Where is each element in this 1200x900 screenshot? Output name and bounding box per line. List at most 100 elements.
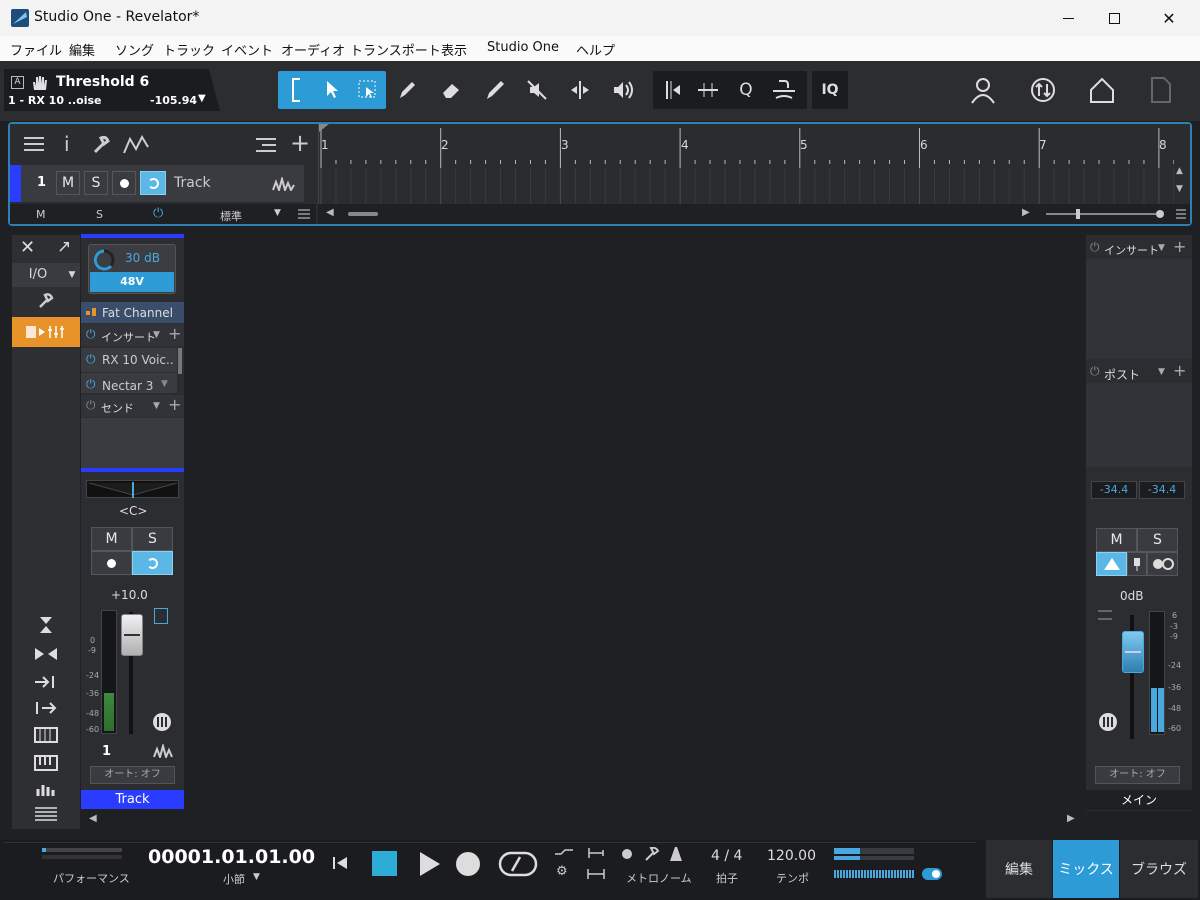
draw-tool-button[interactable] <box>476 71 514 109</box>
mixer-scroll-right-icon[interactable]: ▶ <box>1067 813 1075 824</box>
range-tool-button[interactable] <box>278 71 314 109</box>
account-button[interactable] <box>964 71 1002 109</box>
scroll-up-icon[interactable]: ▲ <box>1176 166 1183 176</box>
rack-icon[interactable] <box>34 727 58 743</box>
quantize-button[interactable]: Q <box>727 71 765 109</box>
main-solo-button[interactable]: S <box>1137 528 1178 552</box>
main-post-area[interactable] <box>1086 383 1192 467</box>
menu-audio[interactable]: オーディオ <box>281 40 345 59</box>
close-mixer-icon[interactable]: ✕ <box>20 237 35 258</box>
main-meter-mode-icon[interactable] <box>1098 610 1112 620</box>
wrench-icon[interactable] <box>38 293 54 309</box>
minimize-button[interactable] <box>1045 0 1091 36</box>
io-dropdown-icon[interactable]: ▼ <box>64 263 80 287</box>
wrench-icon[interactable] <box>92 135 112 155</box>
menu-view[interactable]: 表示 <box>441 40 467 59</box>
list-view-icon[interactable] <box>34 807 58 821</box>
position-unit-dropdown-icon[interactable]: ▼ <box>253 872 260 882</box>
main-mono-button[interactable] <box>1096 552 1127 576</box>
split-tool-button[interactable] <box>561 71 599 109</box>
insert-1-power-icon[interactable]: ⏻ <box>86 352 96 367</box>
erase-tool-button[interactable] <box>432 71 470 109</box>
automation-icon[interactable] <box>122 135 152 155</box>
track-list-icon[interactable] <box>24 137 44 151</box>
nav-edit-button[interactable]: 編集 <box>986 840 1052 898</box>
auto-scroll-button[interactable] <box>765 71 803 109</box>
horizontal-scroll[interactable]: ◀ ▶ <box>318 204 1190 224</box>
gain-knob[interactable] <box>93 249 115 271</box>
metronome-label[interactable]: メトロノーム <box>626 870 692 886</box>
peak-left[interactable]: -34.4 <box>1091 481 1137 499</box>
automation-mode-select[interactable]: オート: オフ <box>90 766 175 784</box>
channel-record-button[interactable] <box>91 551 132 575</box>
menu-icon[interactable] <box>298 208 310 220</box>
performance-label[interactable]: パフォーマンス <box>53 870 130 886</box>
menu-event[interactable]: イベント <box>221 40 273 59</box>
metronome-wrench-icon[interactable] <box>644 847 660 861</box>
scroll-left-icon[interactable]: ◀ <box>326 207 334 218</box>
power-icon[interactable]: ⏻ <box>153 206 163 221</box>
scroll-right-icon[interactable]: ▶ <box>1022 207 1030 218</box>
rewind-to-start-icon[interactable] <box>331 854 349 872</box>
menu-studio-one[interactable]: Studio One <box>487 40 559 55</box>
meter-mode-button[interactable] <box>154 608 168 624</box>
precount-icon[interactable] <box>554 848 574 860</box>
main-post-add-icon[interactable]: + <box>1173 361 1186 380</box>
menu-track[interactable]: トラック <box>163 40 215 59</box>
paint-tool-button[interactable] <box>388 71 426 109</box>
output-toggle[interactable] <box>922 868 942 880</box>
sync-button[interactable] <box>1024 71 1062 109</box>
mute-tool-button[interactable] <box>518 71 556 109</box>
main-post-power-icon[interactable]: ⏻ <box>1090 364 1100 379</box>
footer-solo-label[interactable]: S <box>96 208 103 221</box>
main-link-button[interactable] <box>1147 552 1178 576</box>
io-button[interactable]: I/O <box>12 263 64 287</box>
time-signature[interactable]: 4 / 4 <box>711 848 742 864</box>
maximize-button[interactable] <box>1091 0 1137 36</box>
keyboard-icon[interactable] <box>34 755 58 771</box>
document-button[interactable] <box>1142 71 1180 109</box>
pan-slider[interactable] <box>86 480 179 498</box>
tempo-value[interactable]: 120.00 <box>767 848 816 864</box>
menu-edit[interactable]: 編集 <box>69 40 95 59</box>
track-monitor-button[interactable] <box>140 171 166 195</box>
insert-2-power-icon[interactable]: ⏻ <box>86 377 96 392</box>
fat-channel-button[interactable]: Fat Channel <box>81 302 184 323</box>
group-assign-icon[interactable] <box>152 712 172 732</box>
stop-button[interactable] <box>372 851 397 876</box>
main-mute-button[interactable]: M <box>1096 528 1137 552</box>
expand-icon[interactable]: ↗ <box>57 237 71 257</box>
home-button[interactable] <box>1083 71 1121 109</box>
insert-dropdown-icon[interactable]: ▼ <box>153 330 160 340</box>
menu-song[interactable]: ソング <box>115 40 154 59</box>
grid-snap-button[interactable] <box>689 71 727 109</box>
info-dropdown-icon[interactable]: ▼ <box>198 93 206 104</box>
metronome-icon[interactable] <box>668 846 684 862</box>
channel-name-label[interactable]: Track <box>81 790 184 809</box>
main-dim-button[interactable] <box>1127 552 1147 576</box>
mixer-scroll[interactable]: ◀ ▶ <box>81 810 1085 829</box>
send-power-icon[interactable]: ⏻ <box>86 398 96 413</box>
play-button[interactable] <box>416 850 442 878</box>
mixer-scroll-left-icon[interactable]: ◀ <box>89 813 97 824</box>
main-fader-handle[interactable] <box>1122 631 1144 673</box>
metronome-settings-icon[interactable]: ⚙ <box>556 864 568 879</box>
track-row[interactable]: 1 M S Track <box>10 165 304 202</box>
metronome-click-icon[interactable] <box>621 848 633 860</box>
channel-solo-button[interactable]: S <box>132 527 173 551</box>
main-insert-power-icon[interactable]: ⏻ <box>1090 240 1100 255</box>
iq-button[interactable]: IQ <box>812 71 848 109</box>
channel-mute-button[interactable]: M <box>91 527 132 551</box>
autopunch-icon[interactable] <box>585 868 607 880</box>
main-group-icon[interactable] <box>1098 712 1118 732</box>
peak-right[interactable]: -34.4 <box>1139 481 1185 499</box>
menu-help[interactable]: ヘルプ <box>576 40 615 59</box>
channel-monitor-button[interactable] <box>132 551 173 575</box>
mixer-view-toggle[interactable] <box>12 317 80 347</box>
footer-mute-label[interactable]: M <box>36 208 46 221</box>
position-display[interactable]: 00001.01.01.00 <box>148 846 315 868</box>
scroll-thumb[interactable] <box>348 212 378 216</box>
zoom-slider-handle[interactable] <box>1076 209 1080 219</box>
track-mute-button[interactable]: M <box>56 171 80 195</box>
nav-mix-button[interactable]: ミックス <box>1053 840 1119 898</box>
